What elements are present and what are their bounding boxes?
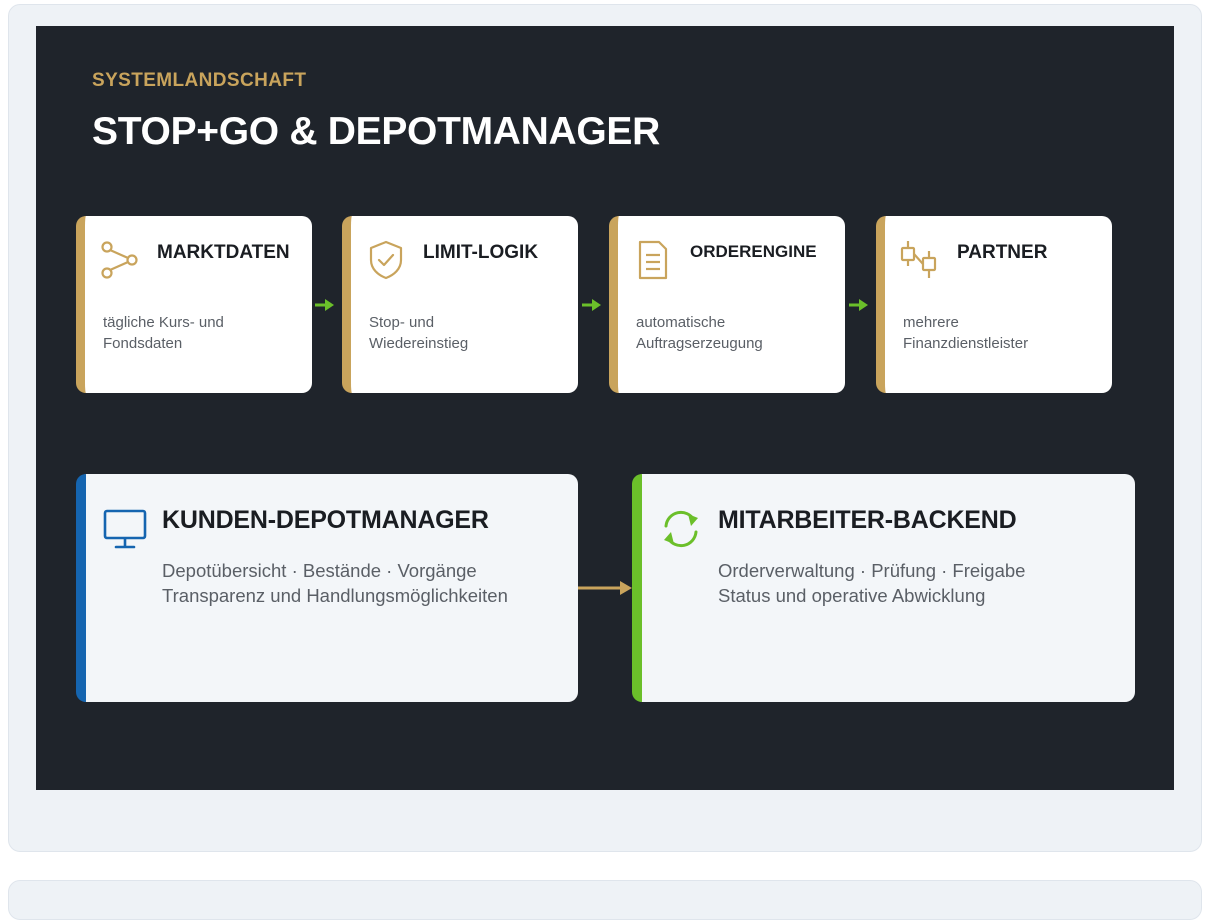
next-card — [8, 880, 1202, 920]
step-title: LIMIT-LOGIK — [423, 242, 539, 263]
system-subline: Transparenz und Handlungsmöglichkeiten — [162, 585, 508, 606]
step-description-line: tägliche Kurs- und — [103, 314, 224, 331]
step-description-line: Finanzdienstleister — [903, 335, 1029, 352]
step-title: PARTNER — [957, 242, 1048, 263]
step-description-line: Stop- und — [369, 314, 435, 331]
step-card-orderengine: ORDERENGINE automatische Auftragserzeugu… — [609, 216, 845, 393]
share-nodes-icon — [99, 238, 141, 282]
system-title: KUNDEN-DEPOTMANAGER — [162, 506, 489, 534]
document-icon — [632, 238, 674, 282]
step-title: ORDERENGINE — [690, 242, 817, 261]
system-features: Orderverwaltung · Prüfung · Freigabe — [718, 560, 1026, 581]
system-features: Depotübersicht · Bestände · Vorgänge — [162, 560, 477, 581]
step-description-line: automatische — [636, 314, 726, 331]
step-card-marktdaten: MARKTDATEN tägliche Kurs- und Fondsdaten — [76, 216, 312, 393]
arrow-right-icon — [581, 296, 603, 314]
step-description-line: Fondsdaten — [103, 335, 183, 352]
step-description-line: Wiedereinstieg — [369, 335, 469, 352]
arrow-right-icon — [848, 296, 870, 314]
step-card-limit-logik: LIMIT-LOGIK Stop- und Wiedereinstieg — [342, 216, 578, 393]
arrow-right-icon — [578, 577, 634, 599]
system-card-kunden-depotmanager: KUNDEN-DEPOTMANAGER Depotübersicht · Bes… — [76, 474, 578, 702]
step-description-line: mehrere — [903, 314, 959, 331]
monitor-icon — [102, 506, 148, 552]
system-subline: Status und operative Abwicklung — [718, 585, 986, 606]
system-card-mitarbeiter-backend: MITARBEITER-BACKEND Orderverwaltung · Pr… — [632, 474, 1135, 702]
step-description: automatische Auftragserzeugung — [636, 312, 836, 354]
step-description-line: Auftragserzeugung — [636, 335, 763, 352]
step-description: mehrere Finanzdienstleister — [903, 312, 1103, 354]
page-title: STOP+GO & DEPOTMANAGER — [92, 110, 661, 153]
step-description: tägliche Kurs- und Fondsdaten — [103, 312, 303, 354]
system-title: MITARBEITER-BACKEND — [718, 506, 1017, 534]
shield-check-icon — [365, 238, 407, 282]
refresh-icon — [658, 506, 704, 552]
eyebrow-label: SYSTEMLANDSCHAFT — [92, 70, 307, 91]
linked-boxes-icon — [899, 238, 941, 282]
step-title: MARKTDATEN — [157, 242, 290, 263]
arrow-right-icon — [314, 296, 336, 314]
step-card-partner: PARTNER mehrere Finanzdienstleister — [876, 216, 1112, 393]
step-description: Stop- und Wiedereinstieg — [369, 312, 569, 354]
